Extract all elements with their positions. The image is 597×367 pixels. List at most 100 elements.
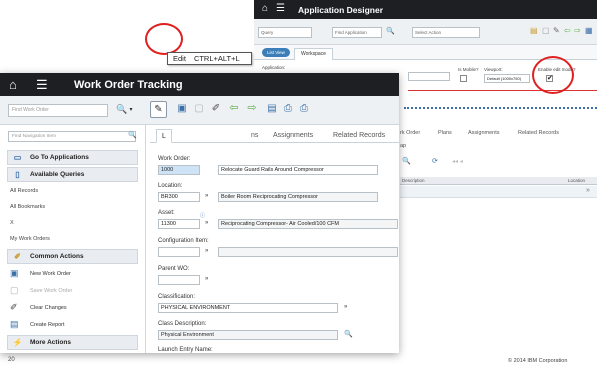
- save-icon: ▢: [10, 285, 19, 295]
- parent-wo-input[interactable]: [158, 275, 200, 285]
- under-grid-header: Description Location: [400, 177, 597, 185]
- actions-icon: ✐: [14, 252, 21, 261]
- ad-select-action[interactable]: Select Action: [412, 27, 480, 38]
- applications-icon: ▭: [13, 153, 22, 162]
- under-subtab[interactable]: ap: [400, 143, 406, 149]
- page-number: 20: [8, 357, 15, 363]
- query-all-bookmarks[interactable]: All Bookmarks: [10, 204, 45, 210]
- divider: [408, 90, 597, 91]
- action-save-work-order[interactable]: ▢ Save Work Order: [10, 285, 73, 295]
- navigation-sidebar: Find Navigation Item 🔍 ▭ Go To Applicati…: [0, 125, 146, 353]
- find-navigation-item-input[interactable]: Find Navigation Item: [8, 131, 136, 142]
- config-item-detail-arrow-icon[interactable]: »: [205, 248, 209, 254]
- under-tab-work-order[interactable]: rk Order: [400, 130, 420, 136]
- parent-wo-detail-arrow-icon[interactable]: »: [205, 276, 209, 282]
- tab-workspace[interactable]: Workspace: [294, 48, 333, 60]
- more-actions-label: More Actions: [30, 339, 71, 346]
- save-icon[interactable]: ▢: [193, 103, 205, 114]
- work-order-input[interactable]: 1000: [158, 165, 200, 175]
- tab-list-view[interactable]: List View: [262, 48, 290, 57]
- eraser-icon[interactable]: ✐: [210, 103, 222, 114]
- class-description-value: Physical Environment: [158, 330, 338, 340]
- query-my-work-orders[interactable]: My Work Orders: [10, 236, 50, 242]
- tab-plans[interactable]: ns: [246, 129, 263, 143]
- edit-mode-button[interactable]: ✎: [150, 101, 167, 118]
- tooltip-label: Edit: [173, 54, 186, 63]
- search-icon[interactable]: 🔍: [116, 104, 127, 115]
- col-location: Location: [568, 178, 586, 183]
- launch-entry-name-label: Launch Entry Name:: [158, 347, 213, 353]
- under-tab-related-records[interactable]: Related Records: [518, 130, 559, 136]
- edit-tooltip: Edit CTRL+ALT+L: [167, 52, 252, 65]
- info-icon[interactable]: ⓘ: [200, 212, 205, 219]
- report-icon[interactable]: ▤: [266, 103, 278, 114]
- action-new-work-order[interactable]: ▣ New Work Order: [10, 269, 71, 278]
- work-order-description-input[interactable]: Relocate Guard Rails Around Compressor: [218, 165, 378, 175]
- ad-query-select[interactable]: Query: [258, 27, 312, 38]
- go-to-applications-header[interactable]: ▭ Go To Applications: [7, 150, 138, 165]
- asset-detail-arrow-icon[interactable]: »: [205, 220, 209, 226]
- next-arrow-icon[interactable]: ⇨: [574, 26, 581, 35]
- action-create-report[interactable]: ▤ Create Report: [10, 319, 65, 329]
- ad-toolbar: Query Find Application 🔍 Select Action ▤…: [254, 19, 597, 45]
- under-grid-row[interactable]: »: [400, 186, 597, 198]
- action-create-report-label: Create Report: [30, 322, 65, 328]
- common-actions-header[interactable]: ✐ Common Actions: [7, 249, 138, 264]
- menu-icon[interactable]: ☰: [276, 4, 285, 14]
- configuration-item-input[interactable]: [158, 247, 200, 257]
- more-actions-header[interactable]: ⚡ More Actions: [7, 335, 138, 350]
- viewport-select[interactable]: Default (1000x750): [484, 74, 530, 83]
- application-input[interactable]: [408, 72, 450, 81]
- ad-find-application-input[interactable]: Find Application: [332, 27, 382, 38]
- query-all-records[interactable]: All Records: [10, 188, 38, 194]
- classification-detail-arrow-icon[interactable]: »: [344, 304, 348, 310]
- asset-input[interactable]: 11300: [158, 219, 200, 229]
- wo-title-bar: ⌂ ☰ Work Order Tracking: [0, 73, 399, 96]
- previous-arrow-icon[interactable]: ⇦: [564, 26, 571, 35]
- eraser-icon: ✐: [10, 302, 18, 312]
- refresh-icon[interactable]: ⟳: [432, 157, 438, 165]
- tab-list[interactable]: L: [156, 129, 172, 143]
- wo-title: Work Order Tracking: [74, 79, 183, 91]
- under-tab-assignments[interactable]: Assignments: [468, 130, 500, 136]
- new-document-icon[interactable]: ▣: [176, 103, 188, 114]
- location-detail-arrow-icon[interactable]: »: [205, 193, 209, 199]
- next-arrow-icon[interactable]: ⇨: [246, 103, 258, 114]
- search-icon[interactable]: 🔍: [128, 131, 137, 139]
- home-icon[interactable]: ⌂: [9, 78, 17, 91]
- report-icon: ▤: [10, 319, 19, 329]
- tab-related-records[interactable]: Related Records: [328, 129, 390, 143]
- folder-icon[interactable]: ▤: [530, 26, 538, 35]
- action-new-work-order-label: New Work Order: [30, 271, 71, 277]
- search-icon[interactable]: 🔍: [402, 157, 411, 165]
- printer-stack-icon[interactable]: ⎙: [298, 103, 310, 114]
- save-icon[interactable]: ▢: [542, 26, 550, 35]
- chevron-down-icon[interactable]: ▾: [127, 105, 135, 116]
- menu-icon[interactable]: ☰: [36, 78, 48, 91]
- application-label: Application:: [262, 65, 286, 70]
- ad-title-bar: ⌂ ☰ Application Designer: [254, 0, 597, 19]
- location-input[interactable]: BR300: [158, 192, 200, 202]
- classification-input[interactable]: PHYSICAL ENVIRONMENT: [158, 303, 338, 313]
- search-icon[interactable]: 🔍: [344, 330, 353, 338]
- report-icon[interactable]: ▦: [585, 26, 593, 35]
- home-icon[interactable]: ⌂: [262, 4, 268, 14]
- go-to-applications-label: Go To Applications: [30, 154, 89, 161]
- previous-arrow-icon[interactable]: ⇦: [228, 103, 240, 114]
- under-tab-plans[interactable]: Plans: [438, 130, 452, 136]
- print-icon[interactable]: ⎙: [282, 103, 294, 114]
- tab-assignments[interactable]: Assignments: [268, 129, 318, 143]
- action-clear-changes[interactable]: ✐ Clear Changes: [10, 302, 67, 312]
- wo-tab-bar: L ns Assignments Related Records: [150, 127, 399, 143]
- search-icon[interactable]: 🔍: [386, 27, 395, 35]
- find-work-order-input[interactable]: Find Work Order: [8, 104, 108, 117]
- eraser-icon[interactable]: ✎: [553, 26, 560, 35]
- is-mobile-checkbox[interactable]: [460, 75, 467, 82]
- query-x[interactable]: X: [10, 220, 14, 226]
- available-queries-header[interactable]: ▯ Available Queries: [7, 167, 138, 182]
- first-page-icon[interactable]: ◂◂ ◂: [452, 158, 463, 165]
- action-save-work-order-label: Save Work Order: [30, 288, 73, 294]
- row-detail-arrow-icon[interactable]: »: [586, 187, 590, 194]
- section-divider: [404, 107, 597, 109]
- wo-toolbar: Find Work Order 🔍 ▾ ✎ ▣ ▢ ✐ ⇦ ⇨ ▤ ⎙ ⎙: [0, 96, 399, 125]
